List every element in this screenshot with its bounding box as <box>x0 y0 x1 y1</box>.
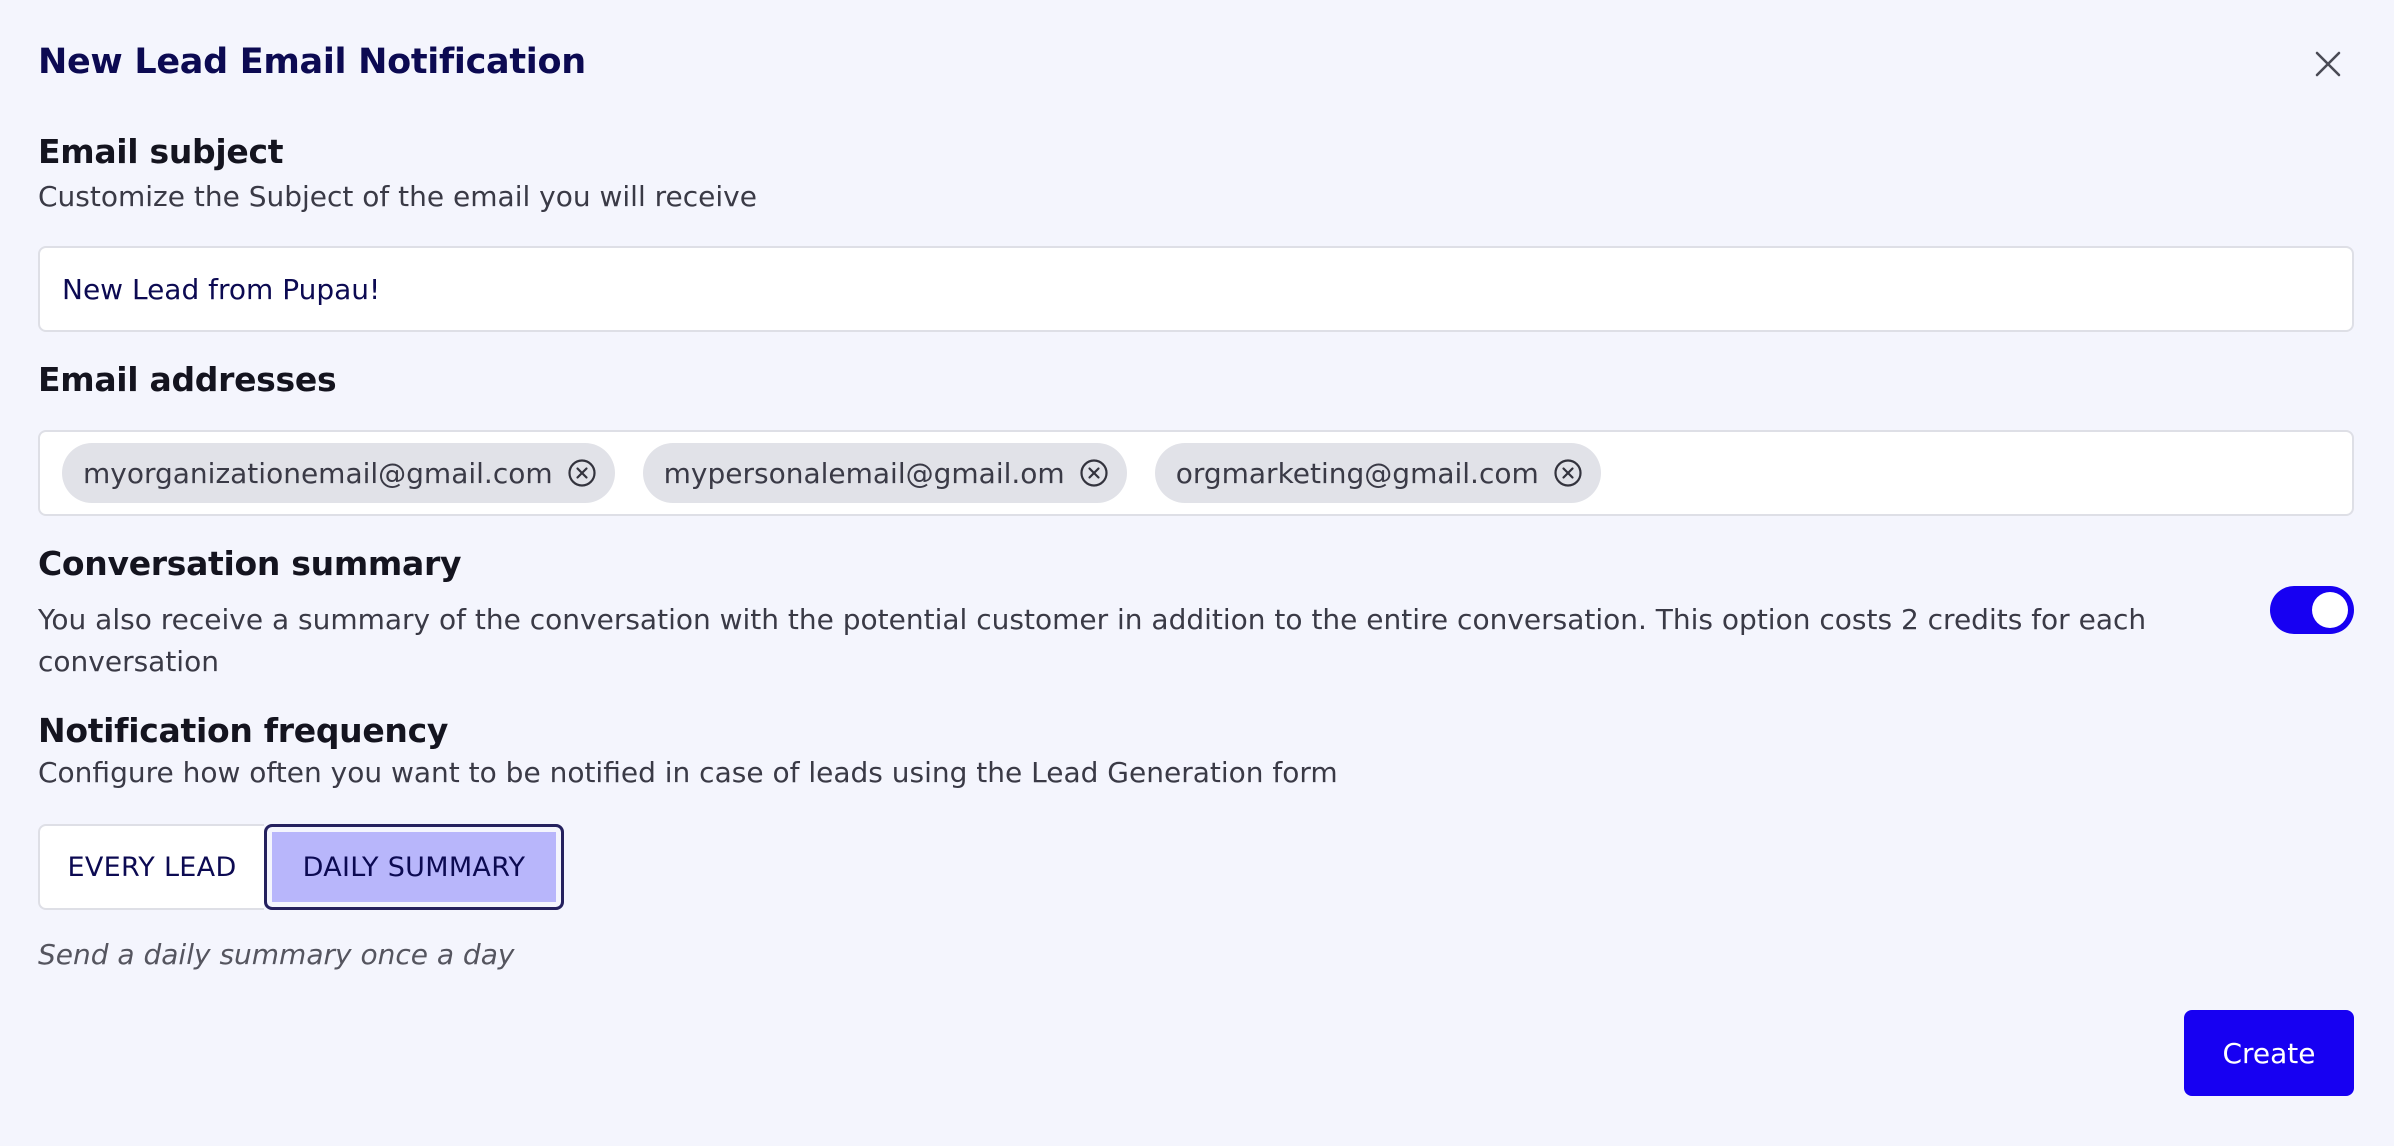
email-chip: myorganizationemail@gmail.com <box>62 443 615 503</box>
email-chip-label: orgmarketing@gmail.com <box>1175 456 1539 490</box>
dialog-title: New Lead Email Notification <box>38 42 586 82</box>
remove-chip-button[interactable] <box>1553 458 1583 488</box>
frequency-selector: EVERY LEAD DAILY SUMMARY <box>38 824 564 910</box>
toggle-knob <box>2312 592 2348 628</box>
email-chip: orgmarketing@gmail.com <box>1154 443 1601 503</box>
email-subject-description: Customize the Subject of the email you w… <box>38 180 757 213</box>
circle-x-icon <box>1080 459 1108 487</box>
frequency-option-daily-summary[interactable]: DAILY SUMMARY <box>264 824 564 910</box>
email-addresses-field[interactable]: myorganizationemail@gmail.com mypersonal… <box>38 430 2354 516</box>
email-subject-field[interactable] <box>38 246 2354 332</box>
email-chip: mypersonalemail@gmail.om <box>642 443 1127 503</box>
create-button[interactable]: Create <box>2184 1010 2354 1096</box>
notification-frequency-description: Configure how often you want to be notif… <box>38 756 1338 789</box>
close-icon <box>2315 51 2341 77</box>
circle-x-icon <box>568 459 596 487</box>
notification-dialog: New Lead Email Notification Email subjec… <box>0 0 2394 1146</box>
email-chip-list: myorganizationemail@gmail.com mypersonal… <box>62 443 1601 503</box>
frequency-option-every-lead[interactable]: EVERY LEAD <box>38 824 264 910</box>
conversation-summary-title: Conversation summary <box>38 544 462 583</box>
email-chip-label: myorganizationemail@gmail.com <box>83 456 553 490</box>
email-chip-label: mypersonalemail@gmail.om <box>663 456 1065 490</box>
close-button[interactable] <box>2306 42 2350 86</box>
email-subject-title: Email subject <box>38 132 284 171</box>
conversation-summary-toggle[interactable] <box>2270 586 2354 634</box>
frequency-hint: Send a daily summary once a day <box>38 938 515 971</box>
circle-x-icon <box>1554 459 1582 487</box>
remove-chip-button[interactable] <box>567 458 597 488</box>
email-subject-input[interactable] <box>62 248 2332 330</box>
remove-chip-button[interactable] <box>1079 458 1109 488</box>
conversation-summary-description: You also receive a summary of the conver… <box>38 603 2147 678</box>
email-addresses-title: Email addresses <box>38 360 337 399</box>
notification-frequency-title: Notification frequency <box>38 711 449 750</box>
